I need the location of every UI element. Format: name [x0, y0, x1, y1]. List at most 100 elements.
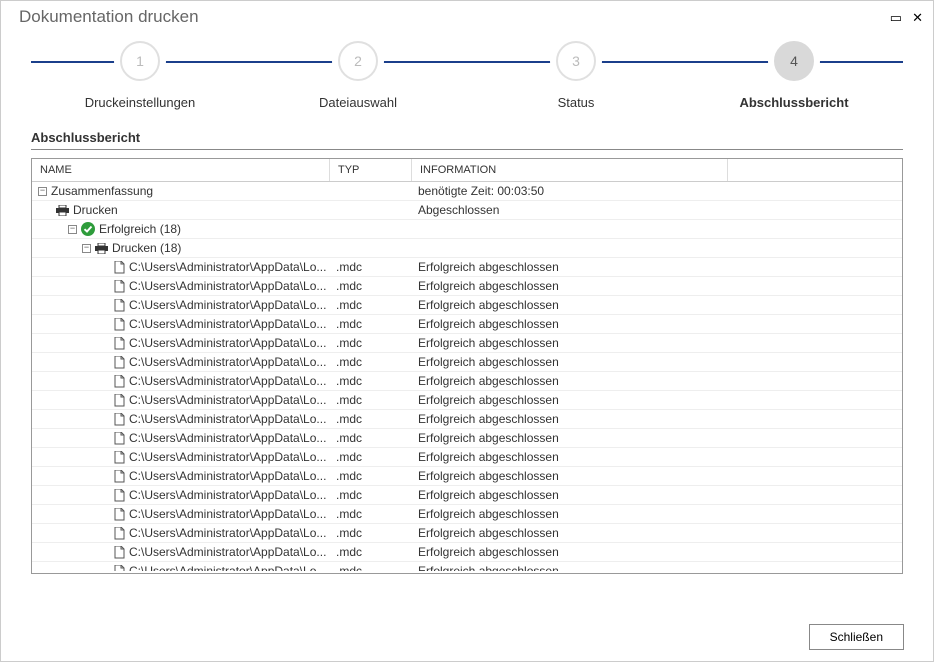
- collapse-icon[interactable]: −: [82, 244, 91, 253]
- file-info: Erfolgreich abgeschlossen: [412, 431, 902, 445]
- success-label: Erfolgreich (18): [99, 222, 181, 236]
- file-icon: [114, 394, 125, 407]
- step-3-circle: 3: [556, 41, 596, 81]
- file-path: C:\Users\Administrator\AppData\Lo...: [129, 507, 326, 521]
- file-row[interactable]: C:\Users\Administrator\AppData\Lo....mdc…: [32, 448, 902, 467]
- print-info: Abgeschlossen: [412, 203, 902, 217]
- step-3-label: Status: [558, 95, 595, 110]
- file-icon: [114, 432, 125, 445]
- file-icon: [114, 375, 125, 388]
- file-icon: [114, 337, 125, 350]
- file-row[interactable]: C:\Users\Administrator\AppData\Lo....mdc…: [32, 296, 902, 315]
- file-typ: .mdc: [330, 412, 412, 426]
- file-path: C:\Users\Administrator\AppData\Lo...: [129, 260, 326, 274]
- file-icon: [114, 318, 125, 331]
- file-path: C:\Users\Administrator\AppData\Lo...: [129, 412, 326, 426]
- col-header-typ[interactable]: TYP: [330, 159, 412, 181]
- print-status-row[interactable]: Drucken Abgeschlossen: [32, 201, 902, 220]
- step-4-circle: 4: [774, 41, 814, 81]
- file-info: Erfolgreich abgeschlossen: [412, 393, 902, 407]
- success-group-row[interactable]: − Erfolgreich (18): [32, 220, 902, 239]
- file-info: Erfolgreich abgeschlossen: [412, 564, 902, 571]
- file-row[interactable]: C:\Users\Administrator\AppData\Lo....mdc…: [32, 562, 902, 571]
- step-2-circle: 2: [338, 41, 378, 81]
- step-1-circle: 1: [120, 41, 160, 81]
- maximize-icon[interactable]: ▭: [890, 11, 902, 24]
- file-typ: .mdc: [330, 545, 412, 559]
- file-typ: .mdc: [330, 488, 412, 502]
- file-typ: .mdc: [330, 374, 412, 388]
- col-header-info[interactable]: INFORMATION: [412, 159, 728, 181]
- close-icon[interactable]: ✕: [912, 11, 923, 24]
- file-path: C:\Users\Administrator\AppData\Lo...: [129, 355, 326, 369]
- file-typ: .mdc: [330, 317, 412, 331]
- file-row[interactable]: C:\Users\Administrator\AppData\Lo... .mdc…: [32, 353, 902, 372]
- file-path: C:\Users\Administrator\AppData\Lo...: [129, 298, 326, 312]
- window-title: Dokumentation drucken: [19, 7, 199, 27]
- file-typ: .mdc: [330, 469, 412, 483]
- file-icon: [114, 508, 125, 521]
- file-info: Erfolgreich abgeschlossen: [412, 469, 902, 483]
- col-header-name[interactable]: NAME: [32, 159, 330, 181]
- file-info: Erfolgreich abgeschlossen: [412, 298, 902, 312]
- file-path: C:\Users\Administrator\AppData\Lo...: [129, 317, 326, 331]
- print-group-label: Drucken (18): [112, 241, 181, 255]
- file-icon: [114, 470, 125, 483]
- collapse-icon[interactable]: −: [68, 225, 77, 234]
- table-body[interactable]: − Zusammenfassung benötigte Zeit: 00:03:…: [32, 182, 902, 571]
- printer-icon: [95, 243, 108, 254]
- file-row[interactable]: C:\Users\Administrator\AppData\Lo... .mdc…: [32, 258, 902, 277]
- file-row[interactable]: C:\Users\Administrator\AppData\Lo....mdc…: [32, 334, 902, 353]
- collapse-icon[interactable]: −: [38, 187, 47, 196]
- file-path: C:\Users\Administrator\AppData\Lo...: [129, 431, 326, 445]
- file-row[interactable]: C:\Users\Administrator\AppData\Lo....mdc…: [32, 505, 902, 524]
- file-icon: [114, 299, 125, 312]
- file-info: Erfolgreich abgeschlossen: [412, 374, 902, 388]
- file-info: Erfolgreich abgeschlossen: [412, 545, 902, 559]
- file-path: C:\Users\Administrator\AppData\Lo...: [129, 564, 326, 571]
- file-row[interactable]: C:\Users\Administrator\AppData\Lo... .mdc…: [32, 429, 902, 448]
- file-path: C:\Users\Administrator\AppData\Lo...: [129, 545, 326, 559]
- file-info: Erfolgreich abgeschlossen: [412, 279, 902, 293]
- file-row[interactable]: C:\Users\Administrator\AppData\Lo... .mdc…: [32, 543, 902, 562]
- file-row[interactable]: C:\Users\Administrator\AppData\Lo....mdc…: [32, 372, 902, 391]
- print-group-row[interactable]: − Drucken (18): [32, 239, 902, 258]
- close-button[interactable]: Schließen: [809, 624, 904, 650]
- file-path: C:\Users\Administrator\AppData\Lo...: [129, 393, 326, 407]
- file-path: C:\Users\Administrator\AppData\Lo...: [129, 526, 326, 540]
- file-row[interactable]: C:\Users\Administrator\AppData\Lo... .mdc…: [32, 410, 902, 429]
- file-info: Erfolgreich abgeschlossen: [412, 507, 902, 521]
- file-icon: [114, 451, 125, 464]
- wizard-stepper: 1 Druckeinstellungen 2 Dateiauswahl 3 St…: [31, 41, 903, 110]
- step-4-label: Abschlussbericht: [739, 95, 848, 110]
- file-typ: .mdc: [330, 355, 412, 369]
- file-path: C:\Users\Administrator\AppData\Lo...: [129, 450, 326, 464]
- file-typ: .mdc: [330, 431, 412, 445]
- file-typ: .mdc: [330, 526, 412, 540]
- file-typ: .mdc: [330, 260, 412, 274]
- file-icon: [114, 261, 125, 274]
- summary-row[interactable]: − Zusammenfassung benötigte Zeit: 00:03:…: [32, 182, 902, 201]
- file-info: Erfolgreich abgeschlossen: [412, 336, 902, 350]
- step-1-label: Druckeinstellungen: [85, 95, 196, 110]
- file-path: C:\Users\Administrator\AppData\Lo...: [129, 488, 326, 502]
- print-label: Drucken: [73, 203, 118, 217]
- file-row[interactable]: C:\Users\Administrator\AppData\Lo... .mdc…: [32, 277, 902, 296]
- file-row[interactable]: C:\Users\Administrator\AppData\Lo... .mdc…: [32, 524, 902, 543]
- file-typ: .mdc: [330, 393, 412, 407]
- file-info: Erfolgreich abgeschlossen: [412, 260, 902, 274]
- file-row[interactable]: C:\Users\Administrator\AppData\Lo... .mdc…: [32, 486, 902, 505]
- file-path: C:\Users\Administrator\AppData\Lo...: [129, 279, 326, 293]
- file-path: C:\Users\Administrator\AppData\Lo...: [129, 469, 326, 483]
- col-header-extra[interactable]: [728, 159, 902, 181]
- file-icon: [114, 565, 125, 572]
- file-info: Erfolgreich abgeschlossen: [412, 317, 902, 331]
- file-row[interactable]: C:\Users\Administrator\AppData\Lo... .mdc…: [32, 315, 902, 334]
- file-info: Erfolgreich abgeschlossen: [412, 450, 902, 464]
- step-2-label: Dateiauswahl: [319, 95, 397, 110]
- report-table: NAME TYP INFORMATION − Zusammenfassung b…: [31, 158, 903, 574]
- printer-icon: [56, 205, 69, 216]
- file-row[interactable]: C:\Users\Administrator\AppData\Lo... .mdc…: [32, 391, 902, 410]
- file-typ: .mdc: [330, 279, 412, 293]
- file-row[interactable]: C:\Users\Administrator\AppData\Lo... .mdc…: [32, 467, 902, 486]
